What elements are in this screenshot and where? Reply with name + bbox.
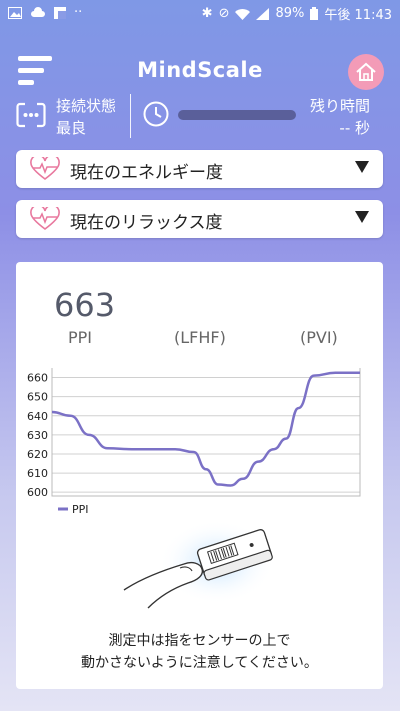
clock-icon — [143, 101, 169, 127]
energy-dropdown-label: 現在のエネルギー度 — [70, 163, 223, 183]
connection-status-row: 接続状態 最良 残り時間 -- 秒 — [0, 94, 400, 140]
connection-value: 最良 — [56, 119, 87, 137]
connection-label: 接続状態 — [56, 97, 117, 115]
flipboard-icon — [54, 6, 66, 19]
home-button[interactable] — [348, 54, 384, 90]
battery-percent: 89% — [275, 6, 305, 21]
relax-dropdown-label: 現在のリラックス度 — [70, 213, 223, 233]
y-tick-label: 610 — [27, 467, 48, 480]
hint-line-2: 動かさないように注意してください。 — [81, 655, 318, 671]
divider — [130, 94, 131, 138]
battery-icon — [310, 7, 319, 20]
dropdown-arrow-icon — [355, 161, 369, 173]
y-tick-label: 620 — [27, 448, 48, 461]
hint-line-1: 測定中は指をセンサーの上で — [108, 633, 291, 649]
app-header: MindScale — [0, 40, 400, 100]
remaining-time-bar — [178, 110, 296, 120]
status-more-dots: ·· — [74, 5, 83, 20]
cloud-icon — [31, 7, 45, 17]
remaining-value: -- 秒 — [339, 119, 370, 137]
finger-sensor-illustration — [123, 520, 275, 609]
label-lfhf: (LFHF) — [174, 328, 226, 347]
status-notifications: ·· — [8, 5, 82, 20]
energy-dropdown[interactable]: 現在のエネルギー度 — [16, 150, 383, 188]
clock-time: 午後 11:43 — [324, 8, 392, 23]
image-icon — [8, 6, 22, 19]
signal-icon — [256, 7, 270, 20]
measurement-hint: 測定中は指をセンサーの上で 動かさないように注意してください。 — [16, 630, 383, 674]
y-tick-label: 600 — [27, 486, 48, 499]
ppi-chart: 660 650 640 630 620 610 600 PPI — [27, 368, 361, 516]
label-ppi: PPI — [68, 328, 93, 347]
wifi-icon — [235, 8, 251, 20]
remaining-text: 残り時間 -- 秒 — [310, 95, 370, 139]
app-title: MindScale — [137, 58, 263, 82]
legend-label: PPI — [72, 503, 89, 516]
chart-frame — [51, 368, 361, 497]
connection-text: 接続状態 最良 — [56, 95, 116, 139]
label-pvi: (PVI) — [300, 328, 338, 347]
mute-icon: ⊘ — [218, 6, 230, 21]
status-bar: ·· ✱ ⊘ 89% 午後 11:43 — [0, 0, 400, 26]
ppi-series-line — [51, 371, 360, 487]
measurement-card: 663 PPI (LFHF) (PVI) 660 650 640 630 620 610 6… — [16, 262, 383, 689]
y-tick-label: 650 — [27, 391, 48, 404]
y-tick-label: 630 — [27, 429, 48, 442]
heart-pulse-icon — [30, 157, 60, 181]
bluetooth-icon: ✱ — [201, 6, 213, 21]
home-icon — [356, 62, 376, 81]
y-tick-label: 660 — [27, 372, 48, 385]
remaining-label: 残り時間 — [309, 97, 370, 115]
connection-icon — [16, 102, 46, 128]
current-value: 663 — [54, 286, 116, 324]
relax-dropdown[interactable]: 現在のリラックス度 — [16, 200, 383, 238]
heart-pulse-icon — [30, 207, 60, 231]
dropdown-arrow-icon — [355, 211, 369, 223]
y-tick-label: 640 — [27, 410, 48, 423]
